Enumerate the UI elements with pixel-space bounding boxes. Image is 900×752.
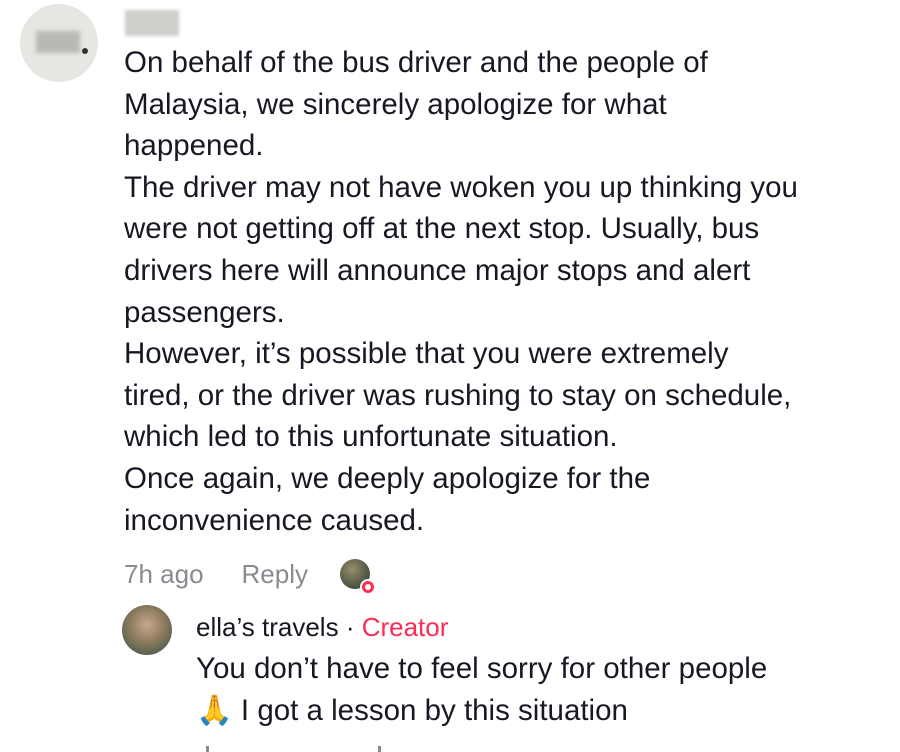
comment-username-redacted[interactable]: [125, 10, 179, 36]
comment-avatar[interactable]: [20, 4, 98, 82]
reply-separator: ·: [338, 612, 362, 642]
comment-text: On behalf of the bus driver and the peop…: [124, 46, 798, 537]
reply-avatar[interactable]: [122, 605, 172, 655]
comment-timestamp: 7h ago: [124, 558, 204, 589]
creator-liked-avatar-icon: [340, 559, 377, 595]
heart-icon: [360, 579, 377, 595]
creator-badge: Creator: [361, 612, 449, 642]
reply-button[interactable]: Reply: [242, 559, 308, 590]
reply-header: ella’s travels · Creator: [196, 608, 448, 646]
avatar-redacted-icon: [36, 31, 80, 53]
next-row-cutoff: [196, 744, 396, 752]
reply-text: You don’t have to feel sorry for other p…: [196, 652, 768, 727]
reply-username[interactable]: ella’s travels: [196, 612, 339, 642]
comment-meta: 7h ago Reply: [124, 556, 377, 595]
avatar-dot: [82, 48, 88, 54]
